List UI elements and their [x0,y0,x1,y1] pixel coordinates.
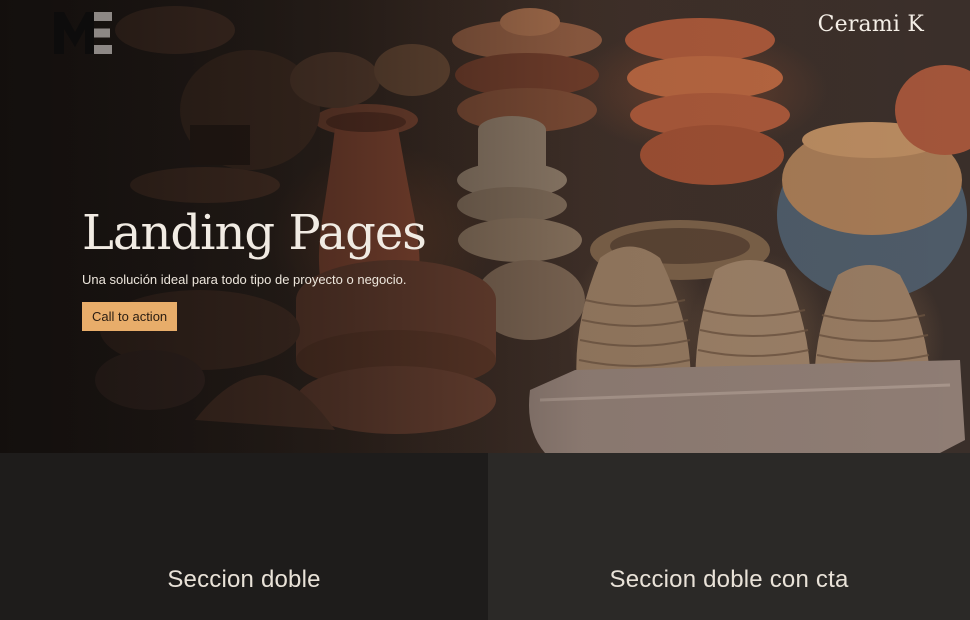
brand-name[interactable]: Cerami K [818,12,924,37]
hero-subtitle: Una solución ideal para todo tipo de pro… [82,272,407,287]
double-section-cta-title: Seccion doble con cta [609,566,849,593]
double-section-title: Seccion doble [167,566,321,593]
double-section: Seccion doble [0,453,488,620]
logo-mark-icon [54,12,112,54]
double-section-with-cta: Seccion doble con cta [488,453,970,620]
hero-section: Cerami K Landing Pages Una solución idea… [0,0,970,453]
me-logo[interactable] [54,12,112,54]
hero-title: Landing Pages [82,205,427,261]
call-to-action-button[interactable]: Call to action [82,302,178,331]
